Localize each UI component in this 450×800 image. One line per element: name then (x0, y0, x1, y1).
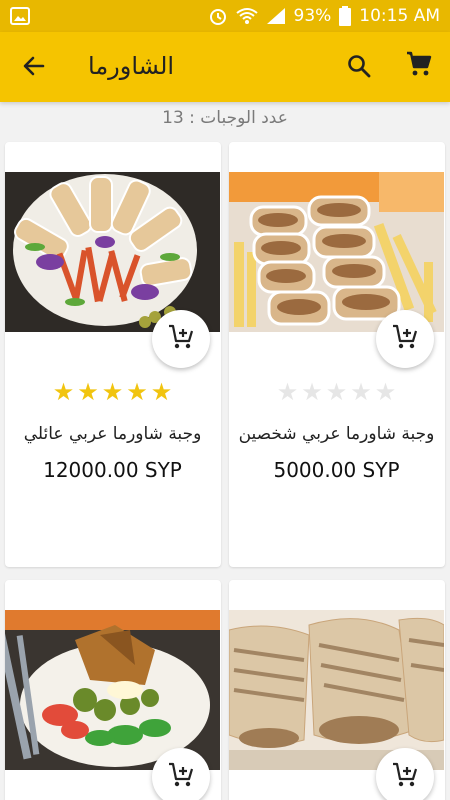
wifi-icon (235, 7, 258, 25)
product-price: 5000.00 SYP (273, 458, 400, 482)
star-icon: ★ (374, 378, 397, 406)
star-icon: ★ (350, 378, 372, 406)
rating-stars: ★ ★ ★ ★ ★ (229, 380, 444, 404)
star-icon: ★ (126, 378, 148, 406)
alarm-icon (208, 6, 228, 26)
image-icon (10, 7, 30, 25)
signal-icon (266, 7, 286, 25)
product-image (229, 610, 444, 770)
add-to-cart-icon (391, 761, 419, 793)
product-card[interactable]: ★ ★ ★ ★ ★ وجبة شاورما عربي شخصين 5000.00… (229, 142, 445, 567)
add-to-cart-button[interactable] (152, 310, 210, 368)
search-button[interactable] (343, 52, 375, 84)
status-bar: 93% 10:15 AM (0, 0, 450, 32)
star-icon: ★ (150, 378, 173, 406)
star-icon: ★ (301, 378, 323, 406)
product-image (5, 610, 220, 770)
status-time: 10:15 AM (359, 6, 440, 26)
rating-stars: ★ ★ ★ ★ ★ (5, 380, 220, 404)
star-icon: ★ (77, 378, 99, 406)
back-button[interactable] (18, 52, 50, 84)
star-icon: ★ (52, 378, 75, 406)
back-arrow-icon (21, 53, 47, 83)
add-to-cart-icon (167, 323, 195, 355)
star-icon: ★ (101, 378, 124, 406)
battery-percent: 93% (293, 6, 332, 26)
add-to-cart-button[interactable] (376, 310, 434, 368)
product-image (5, 172, 220, 332)
add-to-cart-button[interactable] (152, 748, 210, 800)
star-icon: ★ (276, 378, 299, 406)
product-price: 12000.00 SYP (43, 458, 182, 482)
page-title: الشاورما (88, 52, 175, 80)
add-to-cart-button[interactable] (376, 748, 434, 800)
product-card[interactable] (5, 580, 221, 800)
product-image (229, 172, 444, 332)
product-name: وجبة شاورما عربي عائلي (23, 424, 202, 444)
cart-button[interactable] (401, 48, 437, 84)
add-to-cart-icon (167, 761, 195, 793)
meals-count: عدد الوجبات : 13 (162, 108, 288, 128)
product-card[interactable] (229, 580, 445, 800)
cart-icon (405, 50, 433, 82)
product-name: وجبة شاورما عربي شخصين (238, 424, 435, 444)
app-bar: الشاورما (0, 32, 450, 102)
product-card[interactable]: ★ ★ ★ ★ ★ وجبة شاورما عربي عائلي 12000.0… (5, 142, 221, 567)
search-icon (346, 53, 372, 83)
add-to-cart-icon (391, 323, 419, 355)
battery-icon (339, 6, 352, 26)
star-icon: ★ (325, 378, 348, 406)
